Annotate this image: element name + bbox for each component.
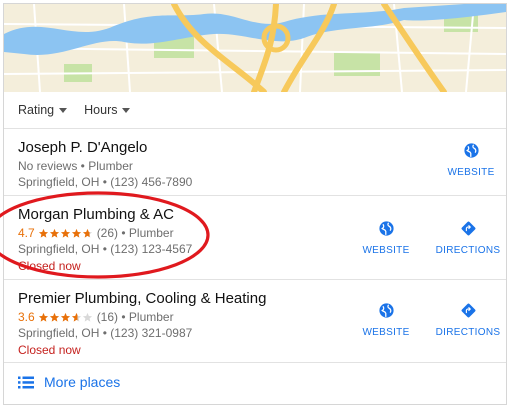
website-label: WEBSITE — [362, 327, 410, 338]
listing-name[interactable]: Morgan Plumbing & AC — [18, 206, 174, 223]
hours-filter-label: Hours — [84, 103, 118, 117]
filter-bar: Rating Hours — [18, 100, 131, 120]
star-icon — [60, 312, 71, 323]
rating-value: 3.6 — [18, 310, 35, 324]
more-places-link[interactable]: More places — [18, 374, 120, 390]
star-icon — [49, 228, 60, 239]
star-icon — [71, 228, 82, 239]
website-button[interactable]: WEBSITE — [346, 220, 426, 256]
rating-value: 4.7 — [18, 226, 35, 240]
divider — [4, 362, 506, 363]
listing-review-line: No reviews • Plumber — [18, 159, 133, 173]
star-icon — [71, 312, 82, 323]
listing-address-line: Springfield, OH • (123) 321-0987 — [18, 326, 193, 340]
directions-icon — [461, 221, 475, 236]
directions-button[interactable]: DIRECTIONS — [428, 302, 506, 338]
status-closed: Closed now — [18, 259, 81, 273]
star-icon — [38, 228, 49, 239]
hours-filter[interactable]: Hours — [84, 100, 131, 120]
directions-button[interactable]: DIRECTIONS — [428, 220, 506, 256]
website-button[interactable]: WEBSITE — [346, 302, 426, 338]
directions-label: DIRECTIONS — [435, 245, 501, 256]
star-icon — [38, 312, 49, 323]
list-icon — [18, 376, 34, 388]
review-count: (16) • Plumber — [96, 310, 174, 324]
globe-icon — [378, 221, 394, 236]
listing-joseph-dangelo[interactable]: Joseph P. D'Angelo No reviews • Plumber … — [4, 129, 506, 195]
caret-down-icon — [122, 108, 131, 113]
more-places-label: More places — [44, 374, 121, 390]
listing-name[interactable]: Premier Plumbing, Cooling & Heating — [18, 290, 266, 307]
website-button[interactable]: WEBSITE — [431, 142, 506, 178]
listing-address-line: Springfield, OH • (123) 456-7890 — [18, 175, 193, 189]
listing-name[interactable]: Joseph P. D'Angelo — [18, 139, 147, 156]
listing-morgan-plumbing[interactable]: Morgan Plumbing & AC 4.7 (26) • Plumber … — [4, 196, 506, 279]
caret-down-icon — [59, 108, 68, 113]
listing-rating-line: 3.6 (16) • Plumber — [18, 310, 174, 324]
listing-premier-plumbing[interactable]: Premier Plumbing, Cooling & Heating 3.6 … — [4, 280, 506, 362]
listing-rating-line: 4.7 (26) • Plumber — [18, 226, 174, 240]
directions-icon — [461, 303, 475, 318]
star-icon — [49, 312, 60, 323]
star-rating — [38, 312, 93, 323]
star-icon — [60, 228, 71, 239]
listing-address-line: Springfield, OH • (123) 123-4567 — [18, 242, 193, 256]
map-preview[interactable] — [4, 4, 506, 92]
review-count: (26) • Plumber — [96, 226, 174, 240]
star-icon — [82, 228, 93, 239]
rating-filter-label: Rating — [18, 103, 55, 117]
star-rating — [38, 228, 93, 239]
globe-icon — [378, 303, 394, 318]
status-closed: Closed now — [18, 343, 81, 357]
star-icon — [82, 312, 93, 323]
website-label: WEBSITE — [447, 167, 495, 178]
directions-label: DIRECTIONS — [435, 327, 501, 338]
website-label: WEBSITE — [362, 245, 410, 256]
globe-icon — [463, 143, 479, 158]
rating-filter[interactable]: Rating — [18, 100, 68, 120]
local-results-card: Rating Hours Joseph P. D'Angelo No revie… — [3, 3, 507, 405]
